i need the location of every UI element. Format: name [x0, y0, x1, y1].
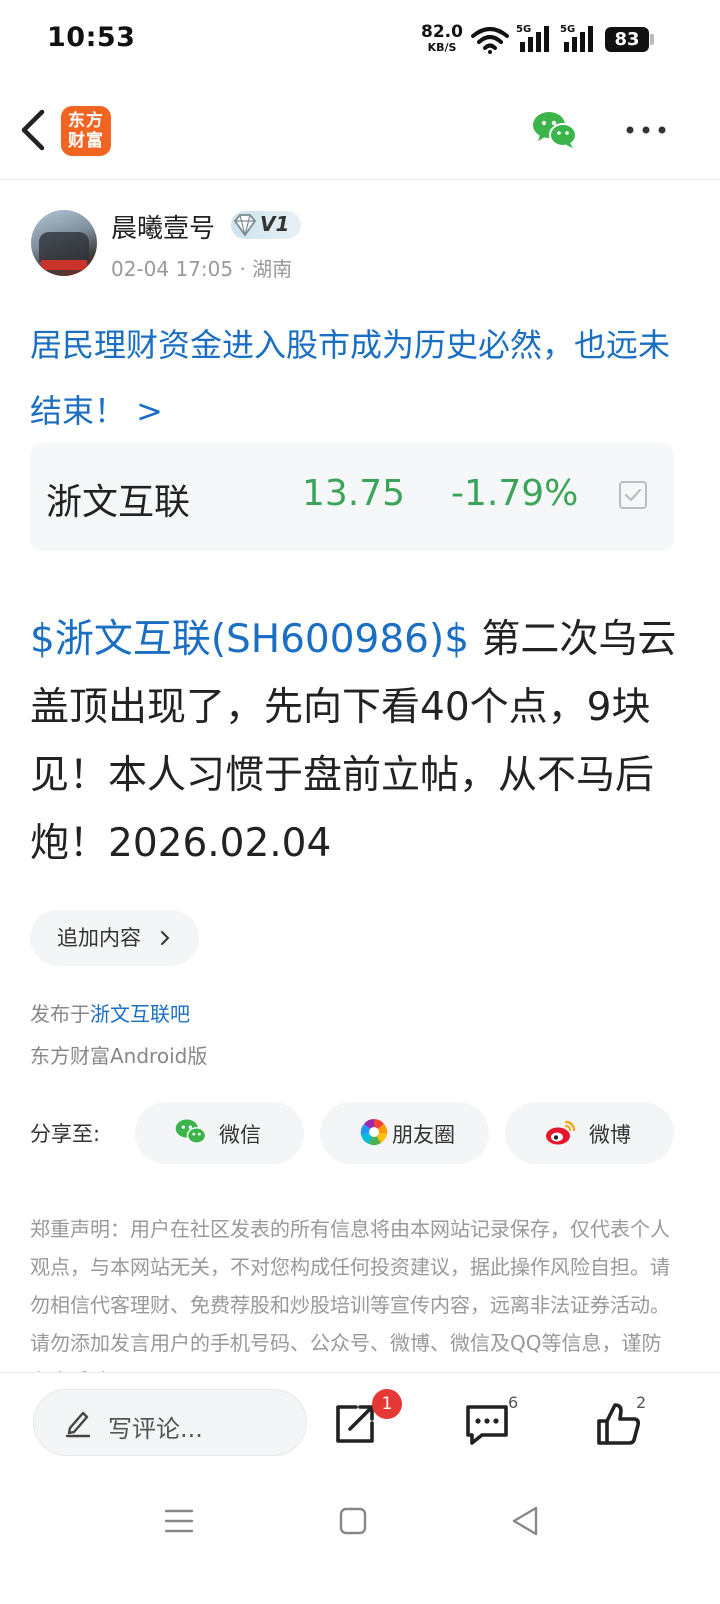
post-body: $浙文互联(SH600986)$ 第二次乌云盖顶出现了，先向下看40个点，9块见… — [30, 606, 690, 878]
cellular-signal-1: 5G — [516, 24, 554, 56]
share-label: 分享至: — [30, 1122, 101, 1146]
share-wechat-label: 微信 — [219, 1123, 261, 1147]
home-icon[interactable] — [338, 1506, 368, 1536]
weibo-icon — [546, 1120, 576, 1145]
author-name[interactable]: 晨曦壹号 — [111, 208, 215, 245]
battery-tip — [650, 34, 654, 45]
share-wechat-button[interactable]: 微信 — [135, 1102, 304, 1164]
share-weibo-label: 微博 — [589, 1123, 631, 1147]
watchlist-checkbox[interactable] — [619, 481, 647, 509]
avatar-figure — [39, 232, 89, 262]
avatar-banner — [41, 260, 87, 270]
post-meta: 02-04 17:05 · 湖南 — [111, 253, 292, 282]
signal-1-label: 5G — [516, 24, 532, 35]
comment-icon[interactable] — [462, 1399, 512, 1449]
back-icon[interactable] — [14, 104, 54, 156]
comment-count: 6 — [508, 1393, 519, 1412]
published-in-prefix: 发布于 — [30, 1002, 90, 1026]
wifi-icon — [471, 27, 509, 54]
eastmoney-logo: 东方 财富 — [61, 106, 111, 156]
disclaimer-text: 郑重声明：用户在社区发表的所有信息将由本网站记录保存，仅代表个人观点，与本网站无… — [30, 1217, 670, 1372]
back-triangle-icon[interactable] — [510, 1504, 540, 1538]
share-moments-button[interactable]: 朋友圈 — [320, 1102, 489, 1164]
post-time: 02-04 17:05 — [111, 257, 234, 281]
comment-placeholder: 写评论... — [108, 1415, 203, 1443]
check-icon — [624, 488, 642, 502]
network-speed: 82.0 KB/S — [419, 22, 465, 54]
published-in: 发布于浙文互联吧 — [30, 998, 190, 1027]
wechat-icon[interactable] — [532, 110, 578, 150]
moments-icon — [360, 1119, 388, 1146]
stock-price: 13.75 — [302, 473, 406, 514]
stock-bar-link[interactable]: 浙文互联吧 — [90, 1002, 190, 1026]
status-bar: 10:53 82.0 KB/S 5G 5G 83 — [0, 0, 720, 80]
post-location: · 湖南 — [239, 257, 293, 281]
battery-indicator: 83 — [605, 27, 649, 52]
logo-line-2: 财富 — [68, 131, 104, 151]
share-moments-label: 朋友圈 — [392, 1123, 455, 1147]
stock-change: -1.79% — [451, 473, 579, 514]
system-navigation-bar — [0, 1472, 720, 1604]
stock-name: 浙文互联 — [46, 482, 191, 523]
client-info: 东方财富Android版 — [30, 1044, 208, 1068]
cellular-signal-2: 5G — [560, 24, 598, 56]
share-count-badge: 1 — [372, 1389, 402, 1419]
diamond-icon — [233, 214, 257, 237]
level-label: V1 — [260, 212, 290, 236]
wechat-icon — [175, 1119, 207, 1144]
bottom-action-bar: 写评论... 1 6 2 — [0, 1372, 720, 1472]
comment-input[interactable]: 写评论... — [33, 1389, 307, 1456]
more-icon[interactable] — [622, 118, 670, 142]
status-time: 10:53 — [47, 22, 136, 53]
pencil-icon — [65, 1411, 91, 1438]
share-weibo-button[interactable]: 微博 — [505, 1102, 674, 1164]
level-badge: V1 — [231, 211, 301, 239]
post-title-link[interactable]: 居民理财资金进入股市成为历史必然，也远未结束！ > — [30, 312, 690, 444]
logo-line-1: 东方 — [68, 111, 104, 131]
add-content-label: 追加内容 — [57, 926, 141, 950]
author-avatar[interactable] — [31, 210, 97, 276]
recent-apps-icon[interactable] — [164, 1506, 194, 1536]
stock-quote-card[interactable]: 浙文互联 13.75 -1.79% — [30, 443, 674, 551]
top-nav-bar: 东方 财富 — [0, 80, 720, 180]
add-content-button[interactable]: 追加内容 — [30, 910, 199, 966]
stock-mention-link[interactable]: $浙文互联(SH600986)$ — [30, 617, 469, 662]
signal-2-label: 5G — [560, 24, 576, 35]
like-count: 2 — [636, 1393, 647, 1412]
network-speed-unit: KB/S — [427, 41, 457, 54]
network-speed-value: 82.0 — [421, 22, 463, 42]
chevron-right-icon — [161, 931, 170, 945]
